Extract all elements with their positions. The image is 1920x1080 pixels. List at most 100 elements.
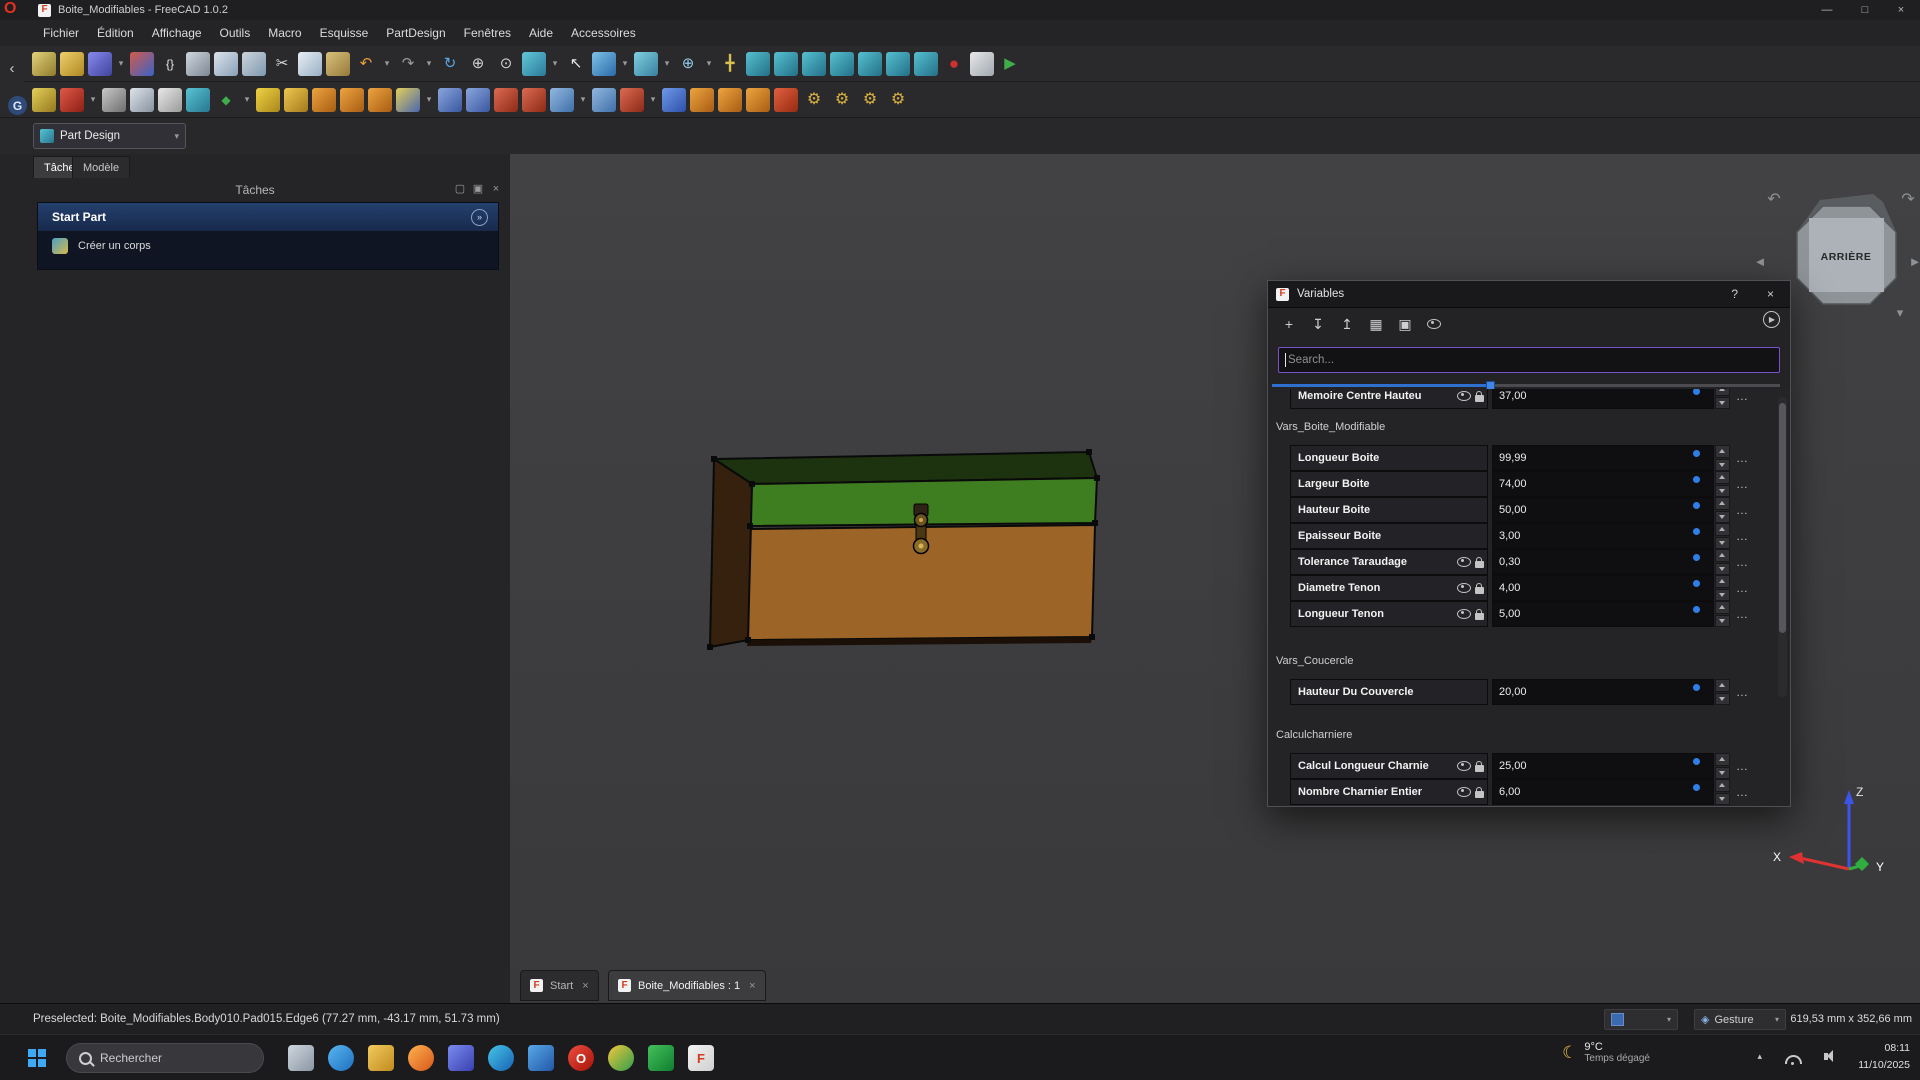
lock-icon[interactable] <box>1475 587 1484 594</box>
save-document-icon[interactable] <box>88 52 112 76</box>
variable-name-cell[interactable]: Longueur Boite <box>1290 445 1488 471</box>
value-spinner[interactable] <box>1715 601 1730 627</box>
start-button[interactable] <box>28 1049 46 1067</box>
refresh-doc-icon[interactable] <box>242 52 266 76</box>
lock-icon[interactable] <box>1475 561 1484 568</box>
opera-icon[interactable]: O <box>568 1045 594 1071</box>
additive-loft-icon[interactable] <box>312 88 336 112</box>
value-spinner[interactable] <box>1715 575 1730 601</box>
menu-item[interactable]: Affichage <box>143 20 211 46</box>
rotate-left-icon[interactable]: ↶ <box>1767 191 1780 208</box>
lock-icon[interactable] <box>1475 395 1484 402</box>
duplicate-doc-icon[interactable] <box>214 52 238 76</box>
freecad-icon[interactable]: F <box>688 1045 714 1071</box>
rotate-right-icon[interactable]: ↷ <box>1901 191 1915 208</box>
chamfer-icon[interactable] <box>592 88 616 112</box>
copy-icon[interactable] <box>298 52 322 76</box>
isometric-dropdown-icon[interactable]: ▾ <box>662 52 672 76</box>
datum-dropdown-icon[interactable]: ▾ <box>242 88 252 112</box>
variable-value-cell[interactable]: 74,00 <box>1492 471 1714 497</box>
value-spinner[interactable] <box>1715 471 1730 497</box>
expression-editor-icon[interactable]: {} <box>158 52 182 76</box>
view-front-icon[interactable] <box>746 52 770 76</box>
groove-icon[interactable] <box>466 88 490 112</box>
fillet-dropdown-icon[interactable]: ▾ <box>578 88 588 112</box>
sheets-icon[interactable] <box>648 1045 674 1071</box>
doc-tab-boite-modifiables[interactable]: F Boite_Modifiables : 1 × <box>608 970 766 1001</box>
view-rear-icon[interactable] <box>830 52 854 76</box>
menu-item[interactable]: Esquisse <box>311 20 378 46</box>
print-icon[interactable] <box>186 52 210 76</box>
visibility-icon[interactable] <box>1457 609 1471 619</box>
visibility-toggle-icon[interactable] <box>1425 315 1443 333</box>
value-spinner[interactable] <box>1715 779 1730 805</box>
variable-value-cell[interactable]: 0,30 <box>1492 549 1714 575</box>
variable-name-cell[interactable]: Tolerance Taraudage <box>1290 549 1488 575</box>
mirrored-icon[interactable] <box>690 88 714 112</box>
view-bottom-icon[interactable] <box>858 52 882 76</box>
table-view-icon[interactable]: ▦ <box>1367 315 1385 333</box>
dock-panel-icon[interactable]: ▣ <box>470 181 486 197</box>
import-export-icon[interactable] <box>130 52 154 76</box>
redo-dropdown-icon[interactable]: ▾ <box>424 52 434 76</box>
more-button[interactable]: … <box>1730 389 1754 409</box>
clock[interactable]: 08:11 11/10/2025 <box>1858 1040 1910 1074</box>
visibility-icon[interactable] <box>1457 787 1471 797</box>
menu-item[interactable]: Fichier <box>34 20 88 46</box>
more-button[interactable]: … <box>1730 445 1754 471</box>
lock-icon[interactable] <box>1475 613 1484 620</box>
close-tab-icon[interactable]: × <box>582 980 588 992</box>
more-button[interactable]: … <box>1730 549 1754 575</box>
linear-pattern-icon[interactable] <box>718 88 742 112</box>
menu-item[interactable]: Accessoires <box>562 20 645 46</box>
variable-name-cell[interactable]: Longueur Tenon <box>1290 601 1488 627</box>
edge-icon[interactable] <box>488 1045 514 1071</box>
gear-icon[interactable]: ⚙ <box>802 88 826 112</box>
close-tab-icon[interactable]: × <box>749 980 755 992</box>
navigation-style-selector[interactable]: ◈ Gesture ▾ <box>1694 1009 1786 1030</box>
widgets-icon[interactable] <box>328 1045 354 1071</box>
involute-gear-icon[interactable]: ⚙ <box>858 88 882 112</box>
lock-icon[interactable] <box>1475 791 1484 798</box>
pocket-icon[interactable] <box>396 88 420 112</box>
fillet-icon[interactable] <box>550 88 574 112</box>
task-view-icon[interactable] <box>288 1045 314 1071</box>
more-button[interactable]: … <box>1730 679 1754 705</box>
menu-item[interactable]: Édition <box>88 20 143 46</box>
revolution-icon[interactable] <box>284 88 308 112</box>
create-body-icon[interactable] <box>130 88 154 112</box>
zoom-box-icon[interactable]: ⊕ <box>466 52 490 76</box>
nav-left-icon[interactable]: ◄ <box>1754 254 1767 269</box>
datum-point-icon[interactable]: ◆ <box>214 88 238 112</box>
polar-pattern-icon[interactable] <box>746 88 770 112</box>
taskbar-search[interactable]: Rechercher <box>66 1043 264 1073</box>
pocket-dropdown-icon[interactable]: ▾ <box>424 88 434 112</box>
value-spinner[interactable] <box>1715 549 1730 575</box>
subtractive-pipe-icon[interactable] <box>522 88 546 112</box>
additive-pipe-icon[interactable] <box>340 88 364 112</box>
subtractive-loft-icon[interactable] <box>494 88 518 112</box>
value-spinner[interactable] <box>1715 497 1730 523</box>
draw-style-icon[interactable] <box>592 52 616 76</box>
variable-name-cell[interactable]: Hauteur Du Couvercle <box>1290 679 1488 705</box>
create-datum-icon[interactable] <box>158 88 182 112</box>
variable-name-cell[interactable]: Largeur Boite <box>1290 471 1488 497</box>
search-input[interactable]: Search... <box>1278 347 1780 373</box>
view-top-icon[interactable] <box>774 52 798 76</box>
variable-value-cell[interactable]: 25,00 <box>1492 753 1714 779</box>
minimize-button[interactable]: — <box>1810 0 1844 20</box>
boolean-icon[interactable] <box>662 88 686 112</box>
variable-name-cell[interactable]: Hauteur Boite <box>1290 497 1488 523</box>
visibility-icon[interactable] <box>1457 391 1471 401</box>
float-panel-icon[interactable]: ▢ <box>452 181 468 197</box>
collapse-icon[interactable]: » <box>471 209 488 226</box>
axis-cross-icon[interactable]: ╋ <box>718 52 742 76</box>
more-button[interactable]: … <box>1730 523 1754 549</box>
zoom-icon[interactable]: ⊙ <box>494 52 518 76</box>
sketch-dropdown-icon[interactable]: ▾ <box>88 88 98 112</box>
store-icon[interactable] <box>528 1045 554 1071</box>
lock-icon[interactable] <box>1475 765 1484 772</box>
select-icon[interactable]: ↖ <box>564 52 588 76</box>
add-variable-icon[interactable]: + <box>1280 315 1298 333</box>
more-button[interactable]: … <box>1730 601 1754 627</box>
